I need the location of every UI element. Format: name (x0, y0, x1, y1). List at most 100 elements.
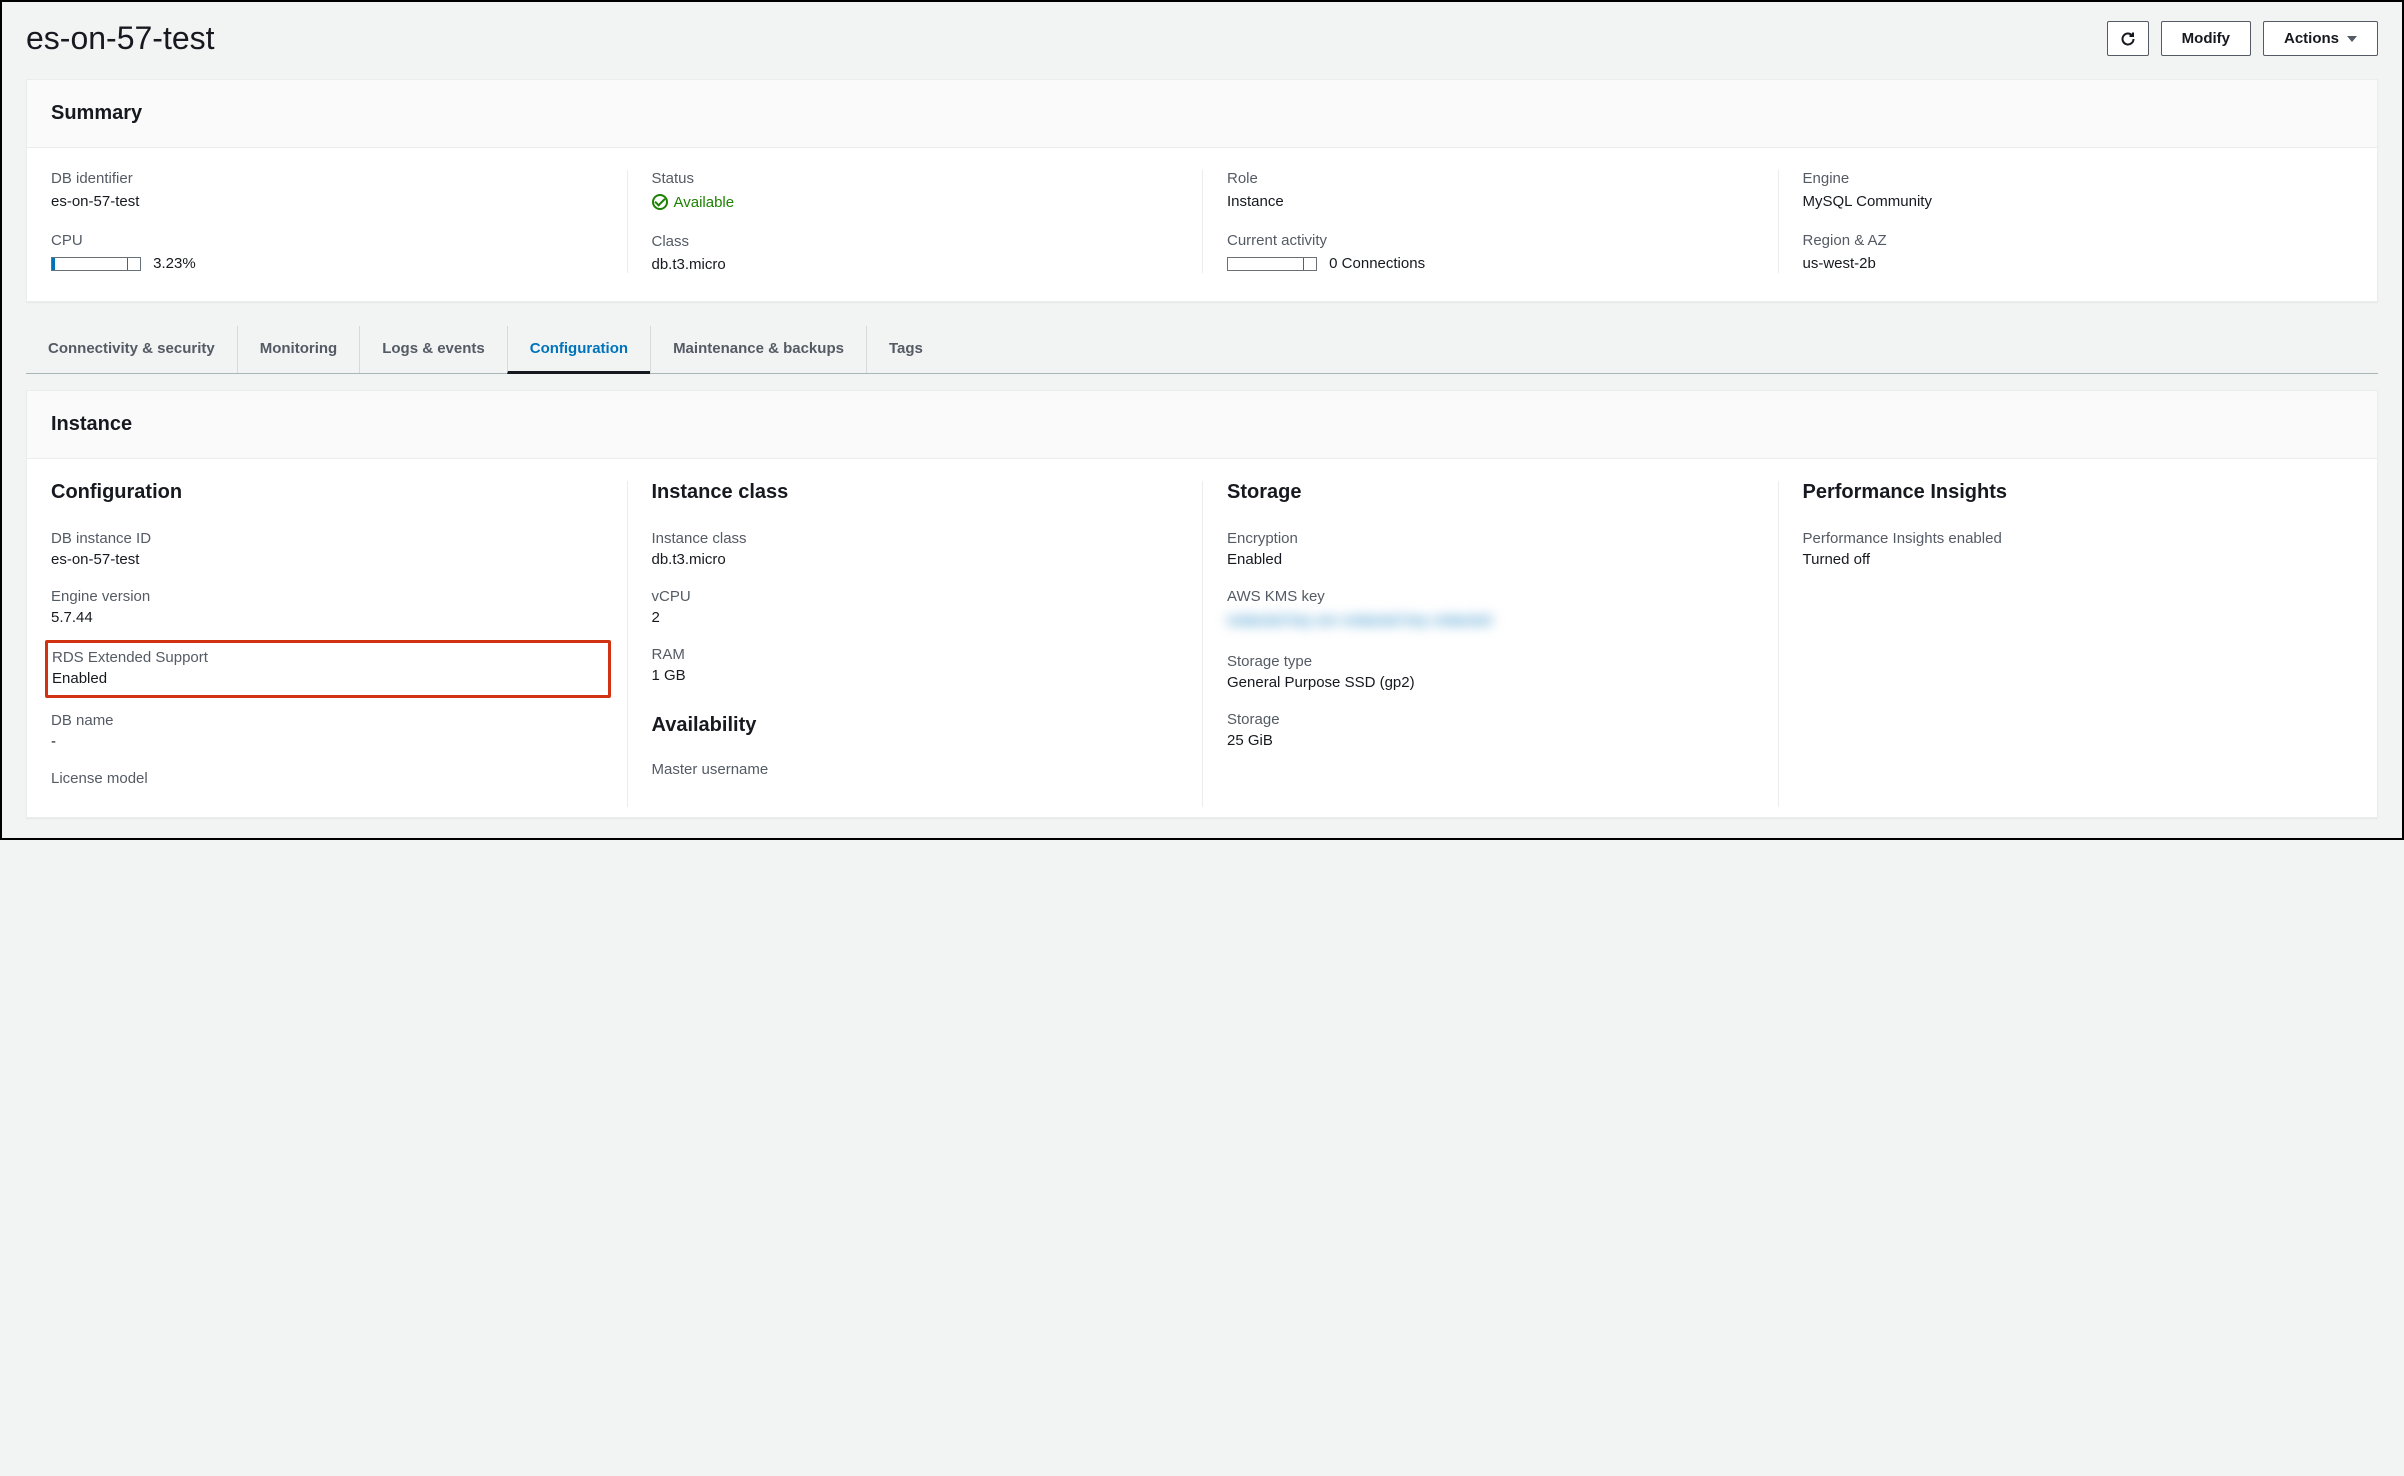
pair-ram: RAM 1 GB (652, 646, 1179, 684)
field-value: Instance (1227, 193, 1754, 210)
pair-kms-key: AWS KMS key redacted key arn redacted ke… (1227, 588, 1754, 633)
col-performance-insights: Performance Insights Performance Insight… (1778, 481, 2354, 807)
field-current-activity: Current activity 0 Connections (1227, 232, 1754, 272)
pair-label: Storage type (1227, 653, 1754, 670)
field-value: 3.23% (51, 255, 603, 272)
field-cpu: CPU 3.23% (51, 232, 603, 272)
instance-panel: Instance Configuration DB instance ID es… (26, 390, 2378, 818)
refresh-button[interactable] (2107, 21, 2149, 56)
tab-label: Maintenance & backups (673, 340, 844, 357)
pair-license-model: License model (51, 770, 603, 787)
tab-label: Connectivity & security (48, 340, 215, 357)
refresh-icon (2120, 31, 2136, 47)
pair-label: Performance Insights enabled (1803, 530, 2330, 547)
connections-bar-threshold (1303, 258, 1304, 270)
pair-encryption: Encryption Enabled (1227, 530, 1754, 568)
field-label: Engine (1803, 170, 2330, 187)
pair-label: RAM (652, 646, 1179, 663)
field-label: Region & AZ (1803, 232, 2330, 249)
field-value: es-on-57-test (51, 193, 603, 210)
field-role: Role Instance (1227, 170, 1754, 210)
kms-key-redacted: redacted key arn redacted key redacted (1227, 609, 1754, 633)
pair-label: Storage (1227, 711, 1754, 728)
summary-title: Summary (51, 102, 2353, 125)
pair-label: DB name (51, 712, 603, 729)
modify-button-label: Modify (2182, 30, 2230, 47)
summary-panel: Summary DB identifier es-on-57-test CPU (26, 79, 2378, 302)
pair-value: Enabled (1227, 551, 1754, 568)
field-label: Role (1227, 170, 1754, 187)
pair-value: 1 GB (652, 667, 1179, 684)
field-value: 0 Connections (1227, 255, 1754, 272)
field-status: Status Available (652, 170, 1179, 211)
pair-label: Master username (652, 761, 1179, 778)
field-value: db.t3.micro (652, 256, 1179, 273)
field-class: Class db.t3.micro (652, 233, 1179, 273)
pair-value: 2 (652, 609, 1179, 626)
check-circle-icon (652, 194, 668, 210)
pair-label: RDS Extended Support (52, 649, 600, 666)
pair-label: vCPU (652, 588, 1179, 605)
pair-value: Enabled (52, 670, 600, 687)
tab-monitoring[interactable]: Monitoring (237, 326, 359, 373)
field-value: us-west-2b (1803, 255, 2330, 272)
heading-performance-insights: Performance Insights (1803, 481, 2330, 504)
field-value: MySQL Community (1803, 193, 2330, 210)
field-engine: Engine MySQL Community (1803, 170, 2330, 210)
pair-value: es-on-57-test (51, 551, 603, 568)
tab-label: Monitoring (260, 340, 337, 357)
summary-col-1: DB identifier es-on-57-test CPU 3.23% (51, 170, 627, 273)
pair-label: License model (51, 770, 603, 787)
pair-db-instance-id: DB instance ID es-on-57-test (51, 530, 603, 568)
instance-title: Instance (51, 413, 2353, 436)
cpu-value: 3.23% (153, 255, 196, 272)
field-label: CPU (51, 232, 603, 249)
pair-value: 5.7.44 (51, 609, 603, 626)
tabs: Connectivity & security Monitoring Logs … (26, 326, 2378, 374)
field-label: Class (652, 233, 1179, 250)
modify-button[interactable]: Modify (2161, 21, 2251, 56)
tab-logs-events[interactable]: Logs & events (359, 326, 507, 373)
heading-instance-class: Instance class (652, 481, 1179, 504)
field-label: DB identifier (51, 170, 603, 187)
pair-master-username: Master username (652, 761, 1179, 778)
pair-vcpu: vCPU 2 (652, 588, 1179, 626)
summary-grid: DB identifier es-on-57-test CPU 3.23% (27, 148, 2377, 301)
pair-label: Instance class (652, 530, 1179, 547)
instance-header: Instance (27, 391, 2377, 459)
tab-label: Logs & events (382, 340, 485, 357)
chevron-down-icon (2347, 36, 2357, 42)
heading-configuration: Configuration (51, 481, 603, 504)
pair-value: - (51, 733, 603, 750)
actions-button-label: Actions (2284, 30, 2339, 47)
highlight-rds-extended-support: RDS Extended Support Enabled (45, 640, 611, 698)
heading-storage: Storage (1227, 481, 1754, 504)
tab-connectivity-security[interactable]: Connectivity & security (26, 326, 237, 373)
summary-col-4: Engine MySQL Community Region & AZ us-we… (1778, 170, 2354, 273)
tab-label: Tags (889, 340, 923, 357)
tab-tags[interactable]: Tags (866, 326, 945, 373)
pair-storage-type: Storage type General Purpose SSD (gp2) (1227, 653, 1754, 691)
cpu-bar-threshold (127, 258, 128, 270)
actions-button[interactable]: Actions (2263, 21, 2378, 56)
tab-configuration[interactable]: Configuration (507, 326, 650, 374)
page-header: es-on-57-test Modify Actions (2, 2, 2402, 63)
pair-label: AWS KMS key (1227, 588, 1754, 605)
connections-value: 0 Connections (1329, 255, 1425, 272)
pair-label: Engine version (51, 588, 603, 605)
pair-storage: Storage 25 GiB (1227, 711, 1754, 749)
instance-grid: Configuration DB instance ID es-on-57-te… (27, 459, 2377, 817)
pair-pi-enabled: Performance Insights enabled Turned off (1803, 530, 2330, 568)
field-region-az: Region & AZ us-west-2b (1803, 232, 2330, 272)
pair-label: Encryption (1227, 530, 1754, 547)
summary-col-3: Role Instance Current activity 0 Connect… (1202, 170, 1778, 273)
heading-availability: Availability (652, 714, 1179, 737)
pair-instance-class: Instance class db.t3.micro (652, 530, 1179, 568)
tab-maintenance-backups[interactable]: Maintenance & backups (650, 326, 866, 373)
summary-col-2: Status Available Class db.t3.micro (627, 170, 1203, 273)
pair-value: Turned off (1803, 551, 2330, 568)
pair-value: 25 GiB (1227, 732, 1754, 749)
col-configuration: Configuration DB instance ID es-on-57-te… (51, 481, 627, 807)
pair-label: DB instance ID (51, 530, 603, 547)
status-available: Available (652, 194, 735, 211)
